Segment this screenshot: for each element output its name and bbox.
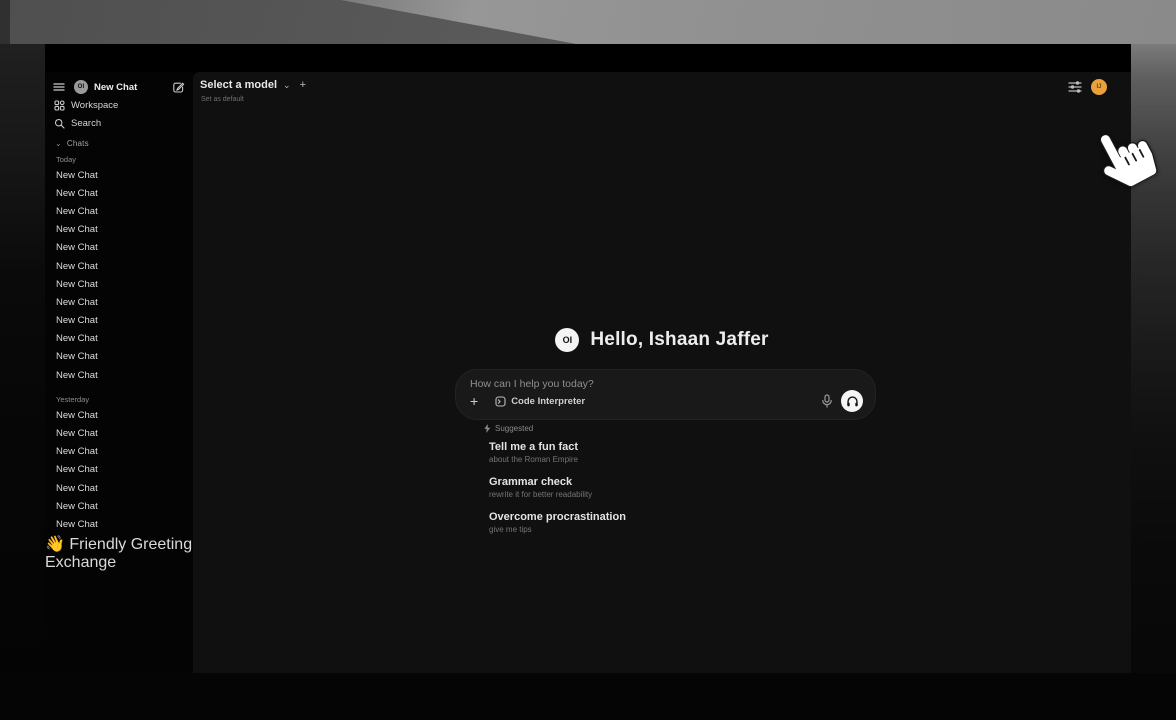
code-interpreter-toggle[interactable]: Code Interpreter — [495, 396, 585, 407]
chat-list-item[interactable]: New Chat — [45, 257, 193, 275]
window-top-strip — [45, 44, 1131, 72]
desktop-wallpaper-left — [0, 44, 45, 720]
suggestion-item[interactable]: Grammar check rewrite it for better read… — [489, 476, 626, 500]
microphone-icon[interactable] — [821, 394, 833, 408]
model-selector[interactable]: Select a model ⌄ + — [200, 79, 306, 91]
suggestion-list: Tell me a fun fact about the Roman Empir… — [483, 441, 626, 535]
code-interpreter-label: Code Interpreter — [511, 396, 585, 407]
chats-section-label: Chats — [67, 139, 89, 148]
desktop-wallpaper-right — [1131, 44, 1176, 720]
sidebar: OI New Chat Workspace Search ⌄ Chats — [45, 72, 193, 673]
chat-list-item[interactable]: New Chat — [45, 406, 193, 424]
desktop-wallpaper-top — [0, 0, 1176, 44]
chat-list-item[interactable]: New Chat — [45, 221, 193, 239]
greeting-text: Hello, Ishaan Jaffer — [590, 329, 768, 351]
chat-list-item[interactable]: New Chat — [45, 275, 193, 293]
voice-call-button[interactable] — [841, 390, 863, 412]
chat-list-item[interactable]: New Chat — [45, 239, 193, 257]
suggestion-title: Grammar check — [489, 476, 626, 489]
sidebar-title: New Chat — [94, 82, 172, 93]
chat-input-box[interactable]: How can I help you today? + Code Interpr… — [455, 369, 876, 420]
app-window: OI New Chat Workspace Search ⌄ Chats — [45, 44, 1131, 673]
suggestion-item[interactable]: Overcome procrastination give me tips — [489, 511, 626, 535]
suggestion-title: Overcome procrastination — [489, 511, 626, 524]
chat-group-label-yesterday: Yesterday — [45, 392, 193, 406]
set-as-default-button[interactable]: Set as default — [201, 96, 244, 103]
sidebar-item-search[interactable]: Search — [45, 114, 193, 132]
chat-list-item[interactable]: New Chat — [45, 479, 193, 497]
chat-list-yesterday: New ChatNew ChatNew ChatNew ChatNew Chat… — [45, 406, 193, 533]
wallpaper-wedge — [0, 0, 1176, 44]
suggestion-subtitle: rewrite it for better readability — [489, 490, 626, 500]
chat-list-item[interactable]: New Chat — [45, 366, 193, 384]
brand-logo: OI — [74, 80, 88, 94]
chevron-down-icon: ⌄ — [55, 139, 62, 148]
chat-list-item[interactable]: New Chat — [45, 202, 193, 220]
chat-list-item[interactable]: New Chat — [45, 166, 193, 184]
user-avatar[interactable]: IJ — [1091, 79, 1107, 95]
model-selector-label: Select a model — [200, 79, 277, 91]
attach-button[interactable]: + — [470, 394, 478, 408]
controls-sliders-icon[interactable] — [1068, 81, 1082, 93]
workspace-label: Workspace — [71, 100, 118, 111]
search-icon — [54, 118, 65, 129]
suggested-label: Suggested — [495, 424, 533, 433]
code-interpreter-icon — [495, 396, 506, 407]
desktop: OI New Chat Workspace Search ⌄ Chats — [0, 0, 1176, 720]
chat-list-item[interactable]: New Chat — [45, 443, 193, 461]
chat-list-today: New ChatNew ChatNew ChatNew ChatNew Chat… — [45, 166, 193, 384]
greeting: OI Hello, Ishaan Jaffer — [193, 328, 1131, 352]
sidebar-toggle-icon[interactable] — [53, 82, 65, 92]
chat-list-item[interactable]: New Chat — [45, 461, 193, 479]
chat-list-item[interactable]: New Chat — [45, 497, 193, 515]
add-model-button[interactable]: + — [300, 79, 306, 91]
chat-list-item[interactable]: New Chat — [45, 184, 193, 202]
headphones-icon — [846, 395, 859, 408]
desktop-wallpaper-bottom — [0, 673, 1176, 720]
workspace-icon — [54, 100, 65, 111]
chats-section-toggle[interactable]: ⌄ Chats — [45, 136, 193, 150]
suggestion-title: Tell me a fun fact — [489, 441, 626, 454]
new-chat-icon[interactable] — [172, 81, 185, 94]
chat-list-item[interactable]: New Chat — [45, 515, 193, 533]
suggestion-subtitle: about the Roman Empire — [489, 455, 626, 465]
main-panel: Select a model ⌄ + Set as default IJ OI … — [193, 72, 1131, 673]
suggestion-item[interactable]: Tell me a fun fact about the Roman Empir… — [489, 441, 626, 465]
chat-list-item[interactable]: New Chat — [45, 330, 193, 348]
sidebar-item-workspace[interactable]: Workspace — [45, 96, 193, 114]
chevron-down-icon: ⌄ — [283, 80, 291, 91]
suggested-section: Suggested Tell me a fun fact about the R… — [483, 424, 626, 546]
chat-group-label-today: Today — [45, 152, 193, 166]
chat-list-item-named[interactable]: 👋 Friendly Greeting Exchange — [45, 534, 193, 572]
chat-list-item[interactable]: New Chat — [45, 424, 193, 442]
search-label: Search — [71, 118, 101, 129]
bolt-icon — [483, 424, 491, 433]
chat-list-item[interactable]: New Chat — [45, 312, 193, 330]
header-actions: IJ — [1068, 79, 1107, 95]
chat-list-item[interactable]: New Chat — [45, 348, 193, 366]
chat-input-placeholder: How can I help you today? — [470, 378, 863, 390]
wallpaper-edge — [0, 0, 10, 44]
chat-list-item[interactable]: New Chat — [45, 293, 193, 311]
sidebar-header: OI New Chat — [45, 78, 193, 96]
suggestion-subtitle: give me tips — [489, 525, 626, 535]
brand-logo: OI — [555, 328, 579, 352]
